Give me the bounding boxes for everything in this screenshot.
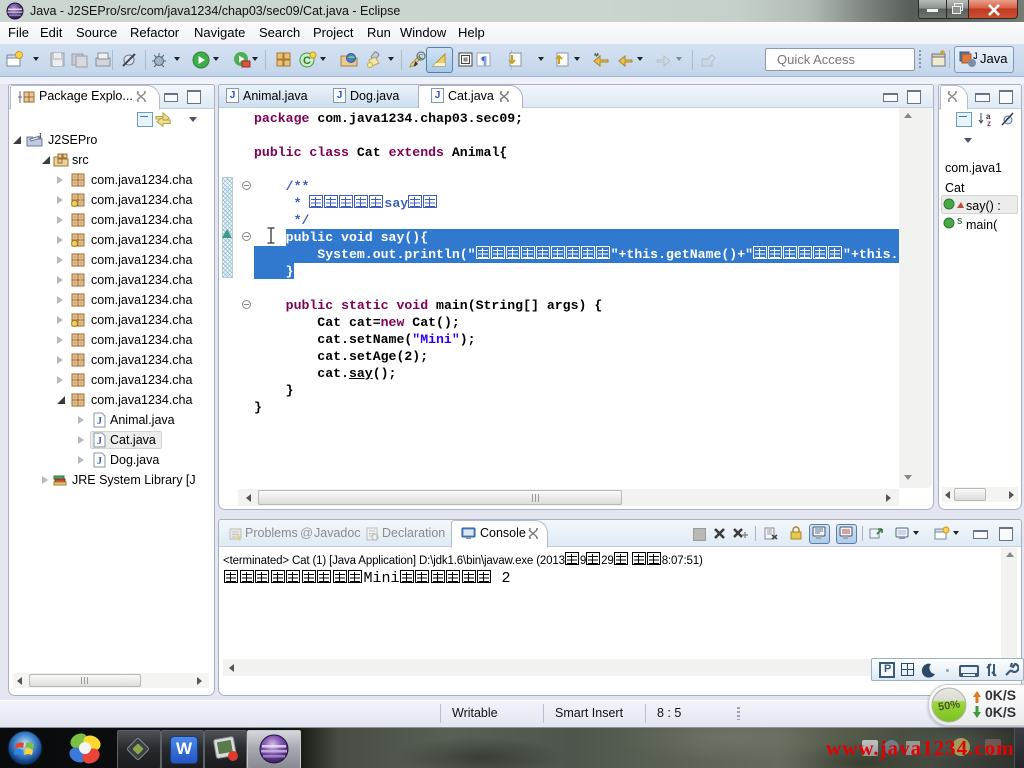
- svg-text:C: C: [303, 55, 311, 67]
- svg-text:z: z: [987, 119, 991, 127]
- svg-text:C: C: [418, 54, 423, 61]
- svg-text:J: J: [38, 133, 42, 140]
- svg-text:J: J: [973, 51, 977, 61]
- svg-text:S: S: [957, 217, 963, 226]
- svg-text:J: J: [97, 416, 102, 427]
- svg-text:¶: ¶: [481, 53, 487, 67]
- svg-text:J: J: [97, 436, 102, 447]
- svg-text:J: J: [97, 456, 102, 467]
